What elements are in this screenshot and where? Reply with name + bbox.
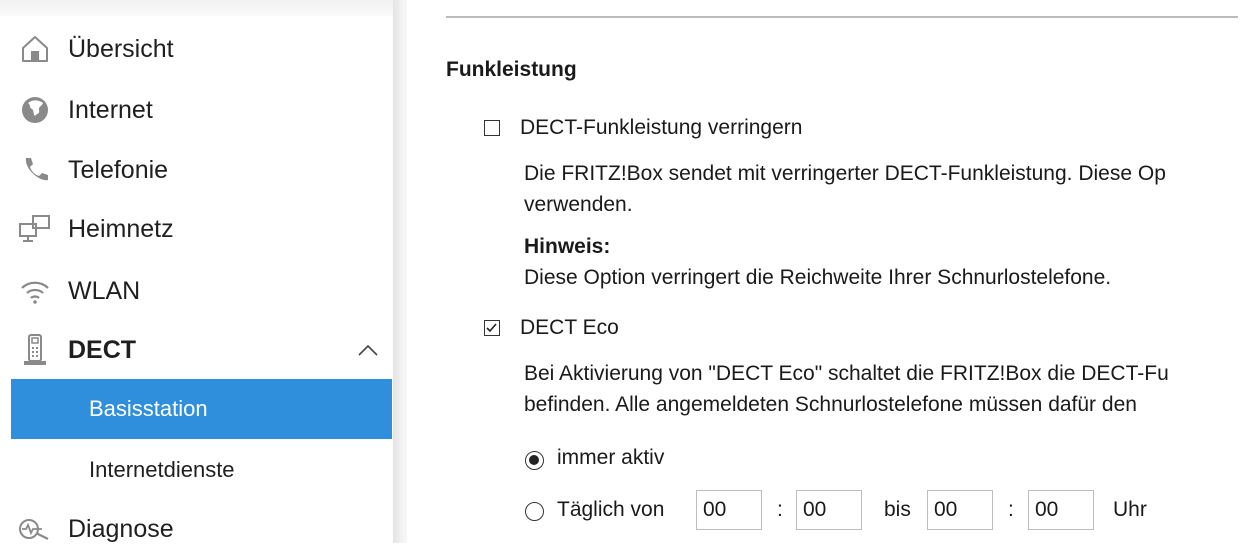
dect-eco-description: Bei Aktivierung von "DECT Eco" schaltet … — [524, 362, 1169, 385]
network-icon — [18, 212, 52, 246]
sidebar-item-label: Heimnetz — [68, 214, 174, 243]
diagnose-icon — [18, 512, 52, 546]
sidebar-nav: Übersicht Internet Telefonie Heimnetz WL… — [0, 0, 393, 543]
reduce-power-label: DECT-Funkleistung verringern — [520, 116, 803, 139]
globe-icon — [18, 93, 52, 127]
sidebar-item-uebersicht[interactable]: Übersicht — [0, 20, 393, 78]
sidebar-item-dect[interactable]: DECT — [0, 321, 393, 379]
time-separator: : — [777, 498, 783, 521]
radio-daily[interactable] — [525, 502, 544, 521]
to-minute-input[interactable] — [1028, 490, 1094, 530]
hint-text: Diese Option verringert die Reichweite I… — [524, 266, 1112, 289]
reduce-power-description: Die FRITZ!Box sendet mit verringerter DE… — [524, 162, 1166, 185]
dect-eco-label: DECT Eco — [520, 316, 619, 339]
section-title: Funkleistung — [446, 58, 577, 81]
reduce-power-description-cont: verwenden. — [524, 193, 633, 216]
dect-handset-icon — [18, 333, 52, 367]
radio-always-active[interactable] — [525, 451, 544, 470]
phone-icon — [18, 153, 52, 187]
sidebar-subitem-label: Basisstation — [89, 396, 208, 421]
chevron-up-icon[interactable] — [356, 342, 380, 358]
sidebar-item-label: Übersicht — [68, 34, 174, 63]
from-minute-input[interactable] — [796, 490, 862, 530]
sidebar-subitem-label: Internetdienste — [89, 457, 235, 482]
dect-eco-checkbox[interactable] — [484, 320, 500, 336]
sidebar-item-label: Diagnose — [68, 514, 174, 543]
sidebar-item-wlan[interactable]: WLAN — [0, 262, 393, 320]
wifi-icon — [18, 274, 52, 308]
sidebar-item-telefonie[interactable]: Telefonie — [0, 141, 393, 199]
dect-eco-description-cont: befinden. Alle angemeldeten Schnurlostel… — [524, 393, 1137, 416]
checkmark-icon — [486, 323, 497, 333]
radio-always-active-label: immer aktiv — [557, 446, 665, 469]
time-separator: : — [1008, 498, 1014, 521]
home-icon — [18, 32, 52, 66]
sidebar-item-label: Telefonie — [68, 155, 169, 184]
reduce-power-checkbox[interactable] — [484, 120, 500, 136]
sidebar-item-heimnetz[interactable]: Heimnetz — [0, 200, 393, 258]
from-hour-input[interactable] — [696, 490, 762, 530]
sidebar-divider — [393, 0, 407, 543]
sidebar-subitem-basisstation[interactable]: Basisstation — [11, 379, 392, 439]
to-hour-input[interactable] — [927, 490, 993, 530]
sidebar-item-label: DECT — [68, 335, 137, 364]
sidebar-subitem-internetdienste[interactable]: Internetdienste — [11, 440, 392, 500]
uhr-label: Uhr — [1113, 498, 1147, 521]
content-top-divider — [446, 16, 1238, 18]
sidebar-item-diagnose[interactable]: Diagnose — [0, 500, 393, 558]
bis-label: bis — [884, 498, 911, 521]
sidebar-item-internet[interactable]: Internet — [0, 81, 393, 139]
sidebar-item-label: Internet — [68, 95, 153, 124]
sidebar-item-label: WLAN — [68, 276, 141, 305]
sidebar-top-divider — [0, 0, 393, 16]
radio-daily-label: Täglich von — [557, 498, 665, 521]
hint-title: Hinweis: — [524, 235, 611, 258]
